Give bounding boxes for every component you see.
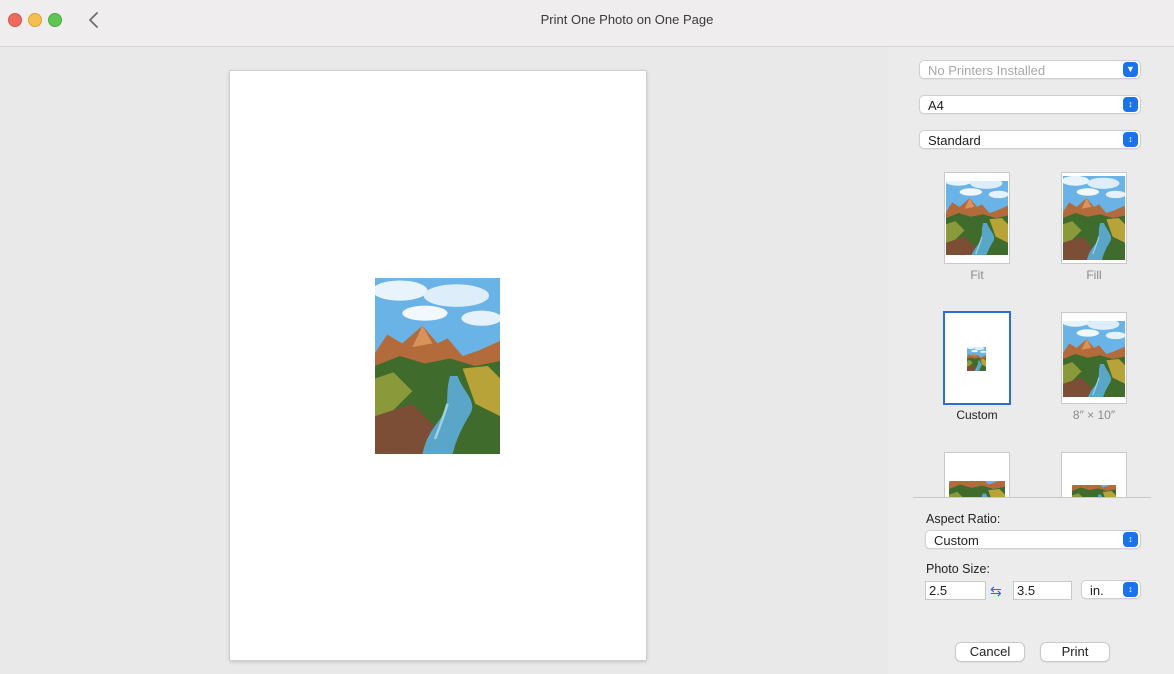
up-down-chevron-icon: ↕ (1123, 132, 1138, 147)
window-title: Print One Photo on One Page (540, 12, 714, 27)
unit-popup[interactable]: in. ↕ (1081, 580, 1141, 599)
layout-thumbnail-row3-left[interactable] (945, 453, 1009, 497)
up-down-chevron-icon: ↕ (1123, 582, 1138, 597)
row3-left-photo (949, 481, 1005, 497)
photo-width-field[interactable]: 2.5 (925, 581, 986, 600)
layout-custom-label: Custom (956, 408, 998, 422)
quality-popup[interactable]: Standard ↕ (919, 130, 1141, 149)
fit-photo (946, 181, 1008, 255)
photo-size-label: Photo Size: (926, 562, 990, 576)
paper-size-value: A4 (928, 98, 944, 113)
layout-thumbnail-row3-right[interactable] (1062, 453, 1126, 497)
preview-page (230, 71, 646, 660)
printer-popup-value: No Printers Installed (928, 63, 1046, 78)
print-button[interactable]: Print (1040, 642, 1110, 662)
quality-value: Standard (928, 133, 981, 148)
aspect-ratio-popup[interactable]: Custom ↕ (925, 530, 1141, 549)
layout-fill-thumbnail[interactable] (1062, 173, 1126, 263)
custom-photo (967, 347, 986, 371)
layout-custom-thumbnail[interactable] (945, 313, 1009, 403)
up-down-chevron-icon: ↕ (1123, 532, 1138, 547)
chevron-down-icon: ▼ (1123, 62, 1138, 77)
layout-fill-label: Fill (1086, 268, 1102, 282)
fill-photo (1063, 176, 1125, 260)
printer-popup[interactable]: No Printers Installed ▼ (919, 60, 1141, 79)
title-bar: Print One Photo on One Page (0, 0, 1174, 47)
layout-fit-label: Fit (970, 268, 984, 282)
aspect-ratio-value: Custom (934, 533, 979, 548)
preview-photo (375, 278, 500, 454)
paper-size-popup[interactable]: A4 ↕ (919, 95, 1141, 114)
row3-right-photo (1072, 485, 1116, 497)
layout-fit-thumbnail[interactable] (945, 173, 1009, 263)
aspect-ratio-label: Aspect Ratio: (926, 512, 1001, 526)
8x10-photo (1063, 321, 1125, 397)
up-down-chevron-icon: ↕ (1123, 97, 1138, 112)
unit-value: in. (1090, 583, 1104, 598)
swap-dimensions-icon[interactable]: ⇆ (990, 583, 1002, 600)
layout-8x10-thumbnail[interactable] (1062, 313, 1126, 403)
photo-height-field[interactable]: 3.5 (1013, 581, 1072, 600)
cancel-button[interactable]: Cancel (955, 642, 1025, 662)
layout-8x10-label: 8″ × 10″ (1072, 408, 1116, 422)
